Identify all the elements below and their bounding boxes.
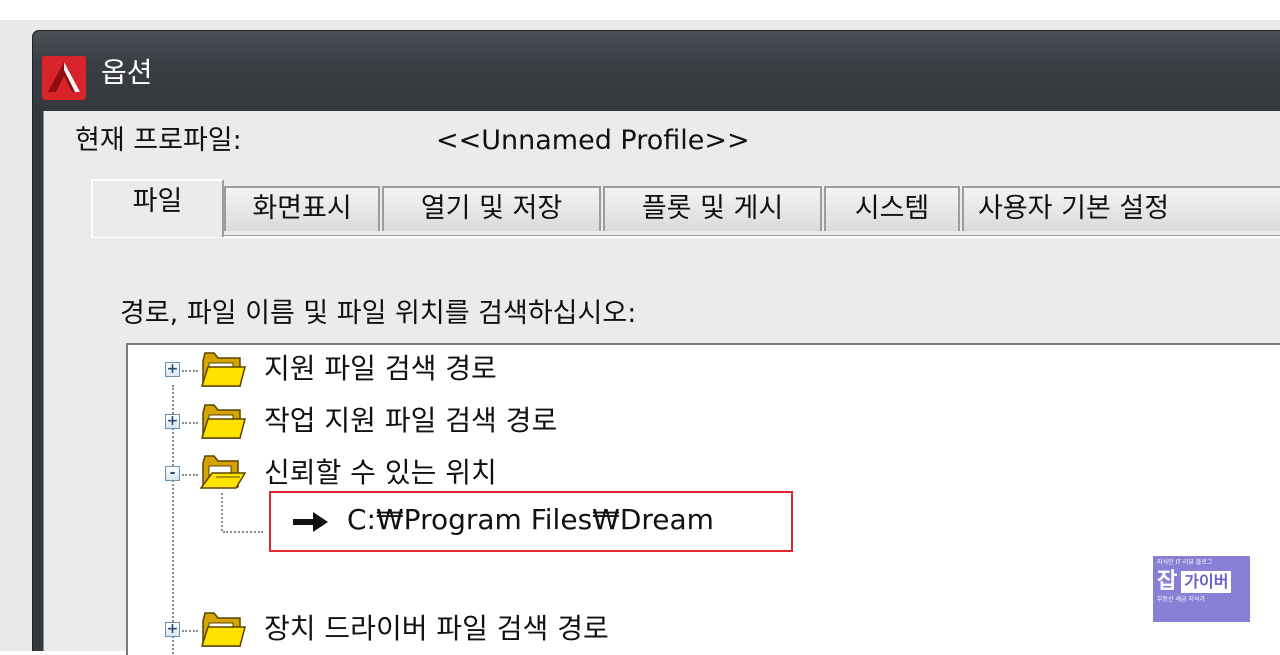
tab-user-preferences[interactable]: 사용자 기본 설정 xyxy=(962,186,1280,231)
tab-system[interactable]: 시스템 xyxy=(824,186,960,231)
blog-watermark: 지식인 IT 리뷰 블로그 잡 가이버 부동산 세금 지식가 xyxy=(1153,556,1250,622)
watermark-name: 가이버 xyxy=(1181,571,1232,593)
trusted-location-path: C:₩Program Files₩Dream xyxy=(347,503,714,536)
tab-plot-publish[interactable]: 플롯 및 게시 xyxy=(603,186,822,231)
collapse-minus-icon[interactable]: - xyxy=(165,466,180,481)
tab-panel-border xyxy=(91,235,1280,238)
folder-icon xyxy=(200,404,246,439)
open-folder-icon xyxy=(200,455,246,489)
tree-item-label: 신뢰할 수 있는 위치 xyxy=(264,456,497,489)
options-dialog: 옵션 현재 프로파일: <<Unnamed Profile>> 파일 화면표시 … xyxy=(32,30,1280,655)
tab-files[interactable]: 파일 xyxy=(91,179,224,237)
watermark-jab: 잡 xyxy=(1157,569,1178,594)
arrow-right-icon xyxy=(293,512,328,532)
window-title: 옵션 xyxy=(101,56,153,89)
folder-icon xyxy=(200,612,246,647)
tab-open-save[interactable]: 열기 및 저장 xyxy=(382,186,601,231)
tree-item-label: 지원 파일 검색 경로 xyxy=(264,352,497,385)
trusted-location-path-item[interactable]: C:₩Program Files₩Dream xyxy=(269,491,793,552)
tab-strip: 파일 화면표시 열기 및 저장 플롯 및 게시 시스템 사용자 기본 설정 xyxy=(91,179,1280,237)
watermark-top-text: 지식인 IT 리뷰 블로그 xyxy=(1157,559,1213,566)
tree-item-label: 작업 지원 파일 검색 경로 xyxy=(264,404,558,437)
tree-item-label: 장치 드라이버 파일 검색 경로 xyxy=(264,612,609,645)
tree-item-device-driver-paths[interactable]: + 장치 드라이버 파일 검색 경로 xyxy=(128,605,1280,655)
expand-plus-icon[interactable]: + xyxy=(165,622,180,637)
folder-icon xyxy=(200,352,246,387)
tree-item-support-paths[interactable]: + 지원 파일 검색 경로 xyxy=(128,345,1280,395)
search-instruction: 경로, 파일 이름 및 파일 위치를 검색하십시오: xyxy=(120,298,637,329)
watermark-bottom-text: 부동산 세금 지식가 xyxy=(1157,596,1205,603)
title-bar[interactable]: 옵션 xyxy=(33,31,1280,111)
tree-item-working-support-paths[interactable]: + 작업 지원 파일 검색 경로 xyxy=(128,397,1280,447)
tab-display[interactable]: 화면표시 xyxy=(224,186,380,231)
current-profile-label: 현재 프로파일: xyxy=(75,125,242,156)
autocad-icon xyxy=(42,56,86,100)
expand-plus-icon[interactable]: + xyxy=(165,362,180,377)
expand-plus-icon[interactable]: + xyxy=(165,414,180,429)
current-profile-value: <<Unnamed Profile>> xyxy=(436,125,750,156)
